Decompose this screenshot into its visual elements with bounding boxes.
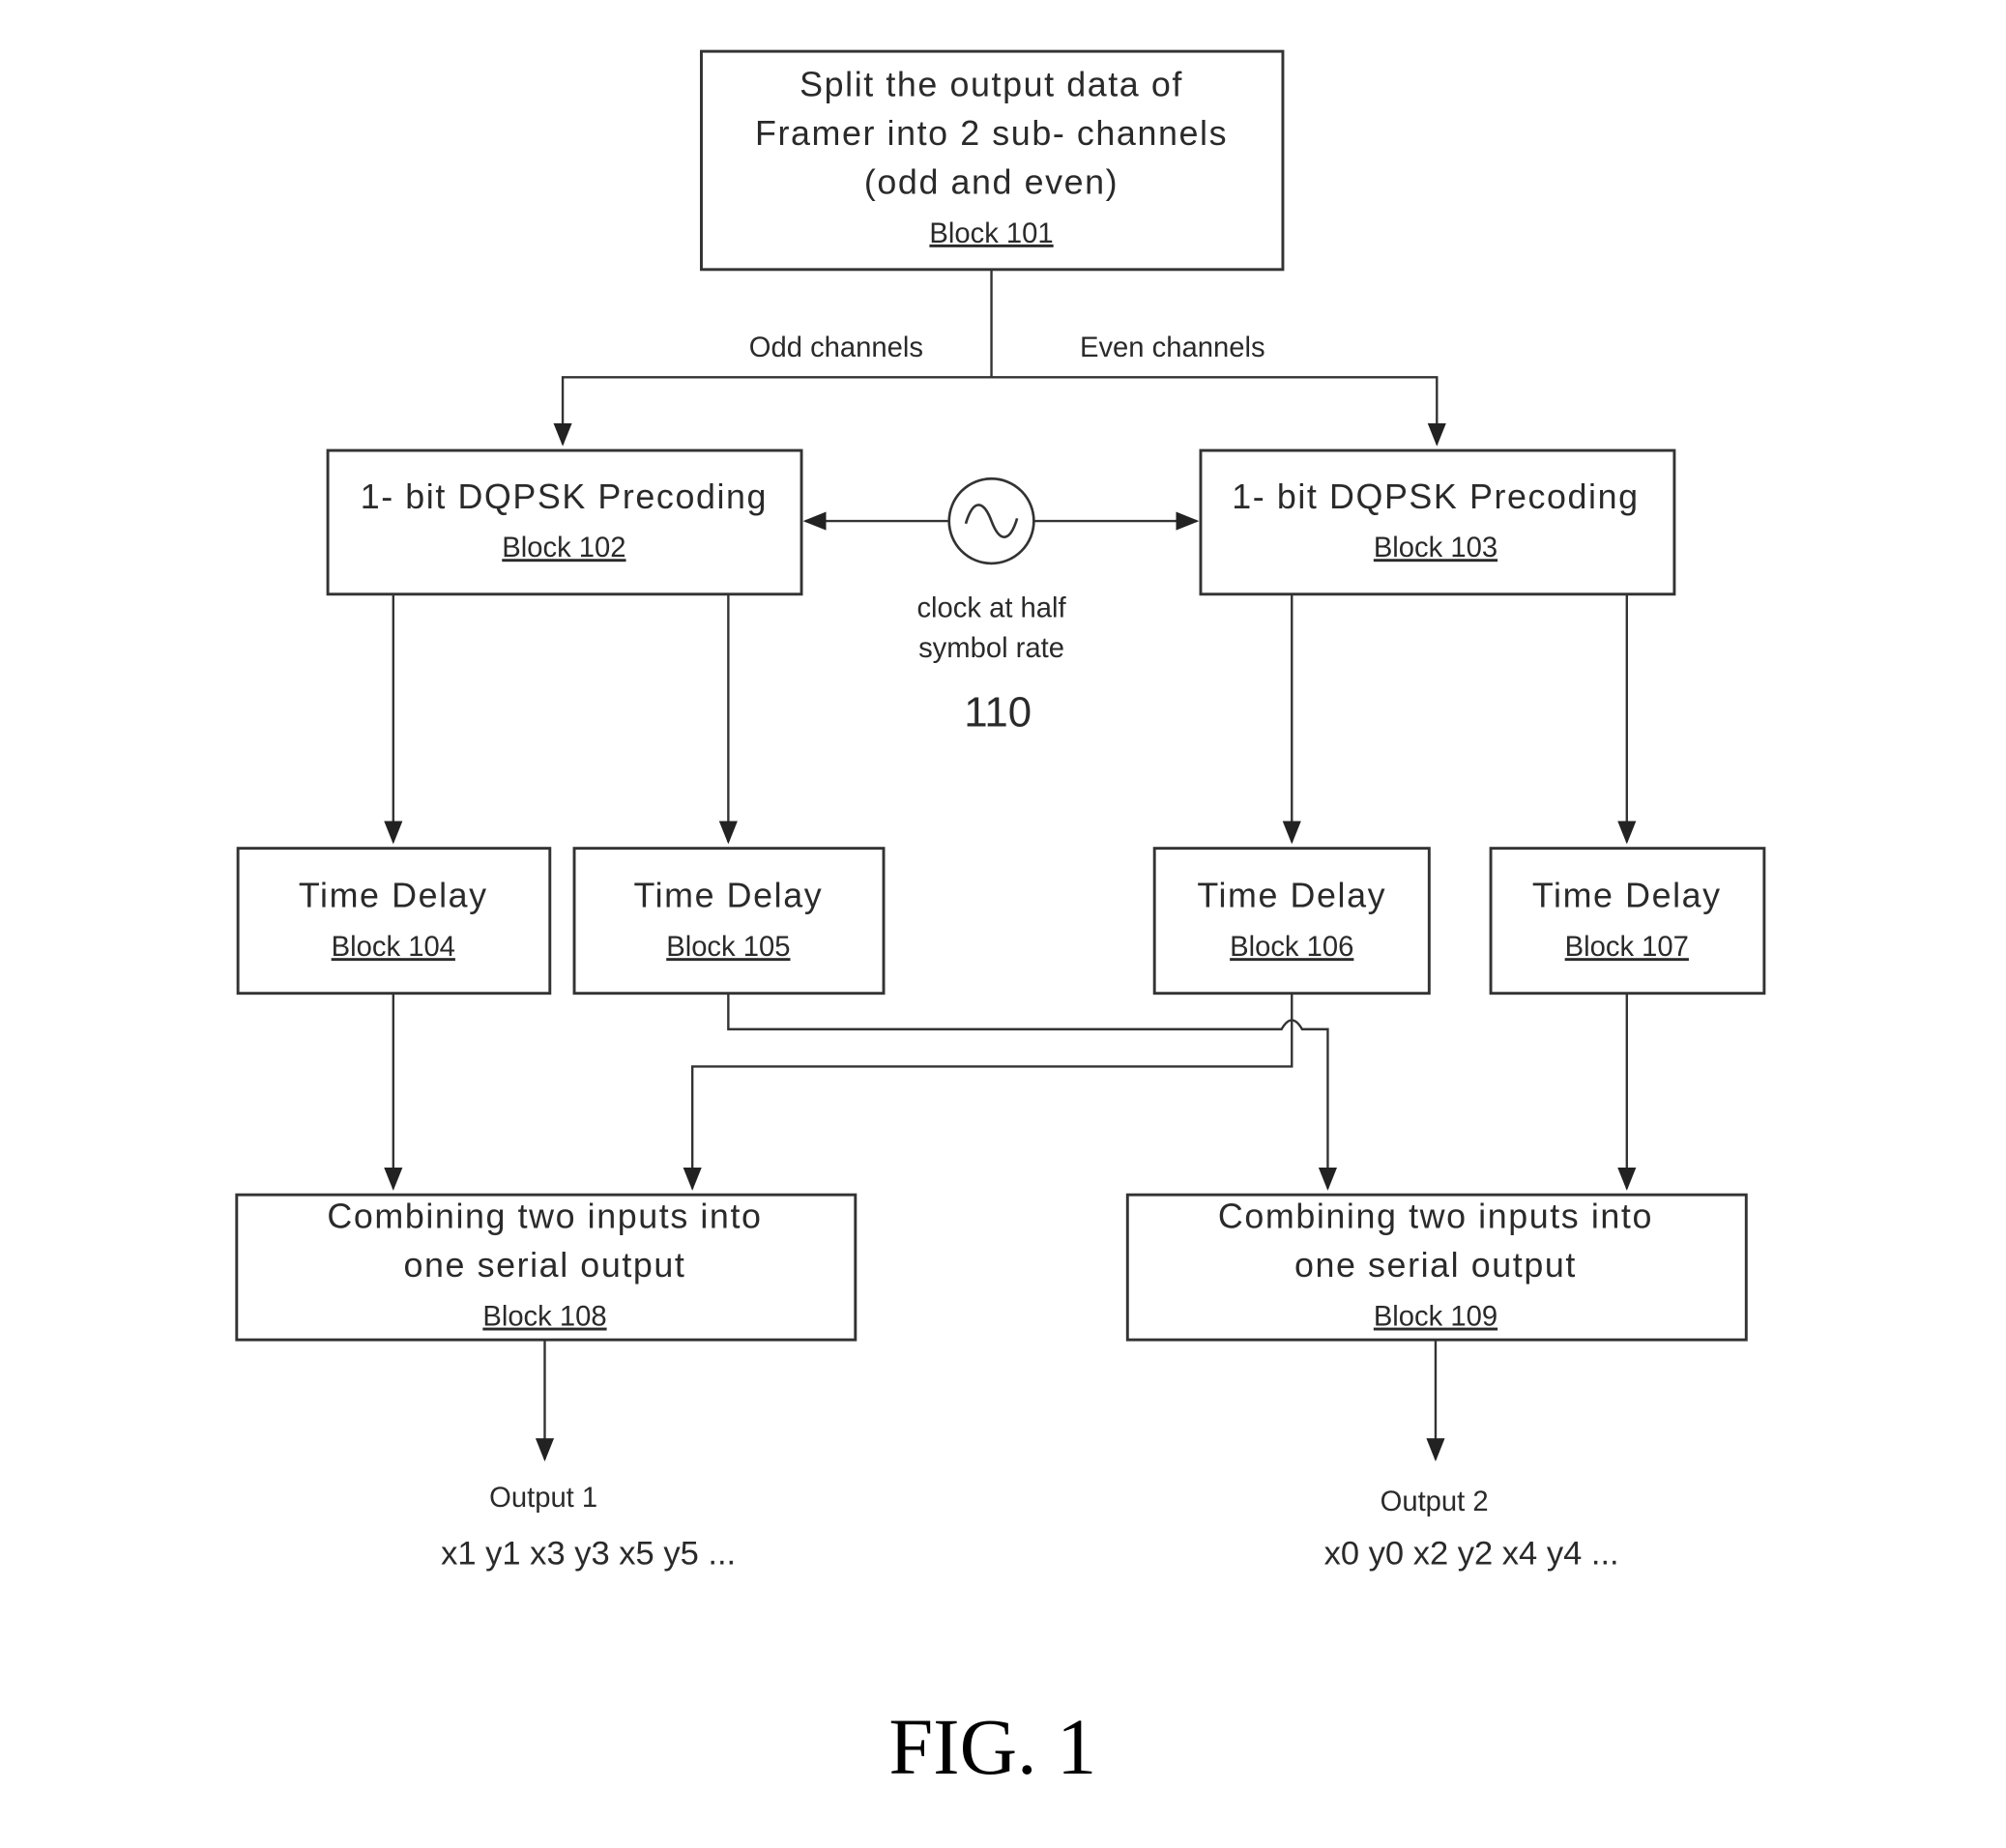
block-106-frame: [1152, 847, 1431, 996]
block-103-title: 1- bit DQPSK Precoding: [1232, 477, 1639, 516]
block-102-title: 1- bit DQPSK Precoding: [361, 477, 768, 516]
label-odd-channels: Odd channels: [749, 332, 923, 363]
block-108-ref: Block 108: [482, 1302, 606, 1333]
block-104-ref: Block 104: [332, 932, 455, 963]
clock-ref-number: 110: [964, 689, 1032, 736]
block-102-frame: [326, 448, 803, 596]
output-2-title: Output 2: [1381, 1487, 1489, 1517]
wire-105-to-109-crossover: [727, 993, 1337, 1191]
block-105-ref: Block 105: [666, 932, 790, 963]
block-106-title: Time Delay: [1197, 877, 1386, 915]
output-2-sequence: x0 y0 x2 y2 x4 y4 ...: [1324, 1536, 1619, 1573]
block-105-frame: [572, 847, 886, 996]
block-106-ref: Block 106: [1230, 932, 1353, 963]
block-101-line-1: Split the output data of: [799, 66, 1183, 104]
block-101: Split the output data of Framer into 2 s…: [700, 49, 1285, 272]
block-108: Combining two inputs into one serial out…: [235, 1193, 858, 1342]
block-107-frame: [1489, 847, 1766, 996]
block-108-line-2: one serial output: [403, 1246, 685, 1285]
wire-odd-to-102: [553, 376, 992, 447]
label-even-channels: Even channels: [1080, 332, 1265, 363]
block-104-frame: [236, 847, 552, 996]
block-109-line-2: one serial output: [1294, 1246, 1577, 1285]
block-109-line-1: Combining two inputs into: [1218, 1198, 1653, 1236]
block-101-ref: Block 101: [929, 218, 1053, 249]
block-109: Combining two inputs into one serial out…: [1125, 1193, 1748, 1342]
block-103-frame: [1199, 448, 1676, 596]
output-1: Output 1 x1 y1 x3 y3 x5 y5 ...: [441, 1483, 736, 1573]
block-109-ref: Block 109: [1374, 1302, 1497, 1333]
output-1-sequence: x1 y1 x3 y3 x5 y5 ...: [441, 1536, 736, 1573]
block-104-title: Time Delay: [299, 877, 488, 915]
block-107: Time Delay Block 107: [1489, 847, 1766, 996]
block-107-ref: Block 107: [1565, 932, 1689, 963]
output-2: Output 2 x0 y0 x2 y2 x4 y4 ...: [1324, 1487, 1619, 1573]
block-102: 1- bit DQPSK Precoding Block 102: [326, 448, 803, 596]
output-1-title: Output 1: [489, 1483, 597, 1514]
clock-label-line-1: clock at half: [916, 593, 1066, 624]
block-101-line-2: Framer into 2 sub- channels: [755, 114, 1228, 153]
block-105-title: Time Delay: [633, 877, 823, 915]
block-102-ref: Block 102: [502, 533, 625, 563]
figure-caption: FIG. 1: [888, 1703, 1096, 1791]
block-105: Time Delay Block 105: [572, 847, 886, 996]
block-103: 1- bit DQPSK Precoding Block 103: [1199, 448, 1676, 596]
wire-106-to-108-crossover: [683, 993, 1294, 1191]
block-diagram: Split the output data of Framer into 2 s…: [235, 49, 1766, 1791]
clock-label-line-2: symbol rate: [918, 633, 1064, 664]
block-103-ref: Block 103: [1374, 533, 1497, 563]
block-104: Time Delay Block 104: [236, 847, 552, 996]
wire-even-to-103: [991, 376, 1446, 447]
block-101-line-3: (odd and even): [864, 162, 1119, 201]
block-108-line-1: Combining two inputs into: [327, 1198, 762, 1236]
block-106: Time Delay Block 106: [1152, 847, 1431, 996]
block-107-title: Time Delay: [1532, 877, 1722, 915]
clock-110: clock at half symbol rate 110: [802, 476, 1200, 736]
